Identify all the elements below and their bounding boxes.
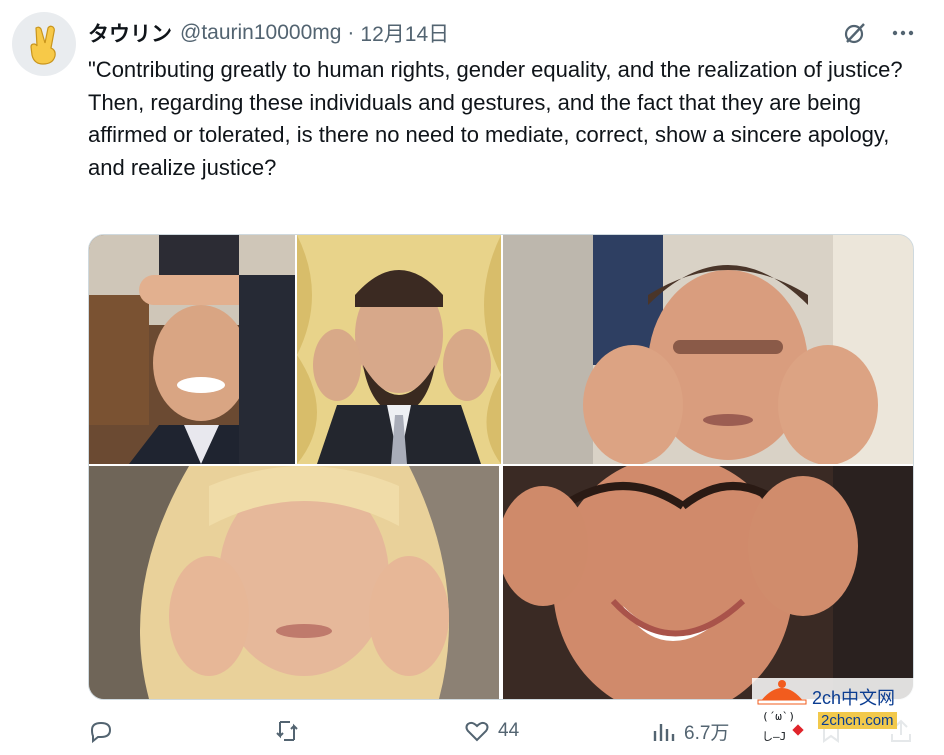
photo-blonde-woman-pulling-eyes[interactable] [89,466,499,699]
views-count: 6.7万 [684,723,730,744]
tweet-text: "Contributing greatly to human rights, g… [88,57,903,180]
photo-bearded-man-pulling-eyes[interactable] [297,235,501,464]
more-icon[interactable] [890,20,916,52]
reply-icon [90,721,112,744]
svg-text:(´ω`): (´ω`) [762,710,795,723]
watermark-url: 2chcn.com [818,712,897,729]
media-grid [88,234,914,700]
victory-hand-icon [30,25,56,65]
photo-man-hand-on-head-grinning[interactable] [89,235,295,464]
views-icon [653,723,675,741]
reply-button[interactable] [88,718,122,744]
site-watermark: (´ω`) し—J 2ch中文网 2chcn.com [752,678,928,750]
retweet-button[interactable] [274,718,308,744]
tweet-header: タウリン @taurin10000mg · 12月14日 [88,18,924,48]
tweet-date[interactable]: 12月14日 [360,18,449,48]
svg-text:し—J: し—J [762,730,786,743]
heart-icon [465,721,489,742]
photo-man-pulling-eyes-window[interactable] [503,235,913,464]
mascot-icon: (´ω`) し—J [757,680,807,743]
photo-dark-haired-woman-pulling-eyes[interactable] [503,466,913,699]
avatar[interactable] [12,12,76,76]
like-count: 44 [498,720,520,741]
like-button[interactable]: 44 [464,718,519,744]
views-button[interactable]: 6.7万 [650,718,729,745]
watermark-title: 2ch中文网 [812,688,896,708]
header-icons [842,20,916,52]
author-name[interactable]: タウリン [88,18,172,48]
author-handle[interactable]: @taurin10000mg [180,21,341,45]
grok-icon[interactable] [842,20,868,52]
retweet-icon [276,721,298,741]
separator-dot: · [347,21,355,44]
